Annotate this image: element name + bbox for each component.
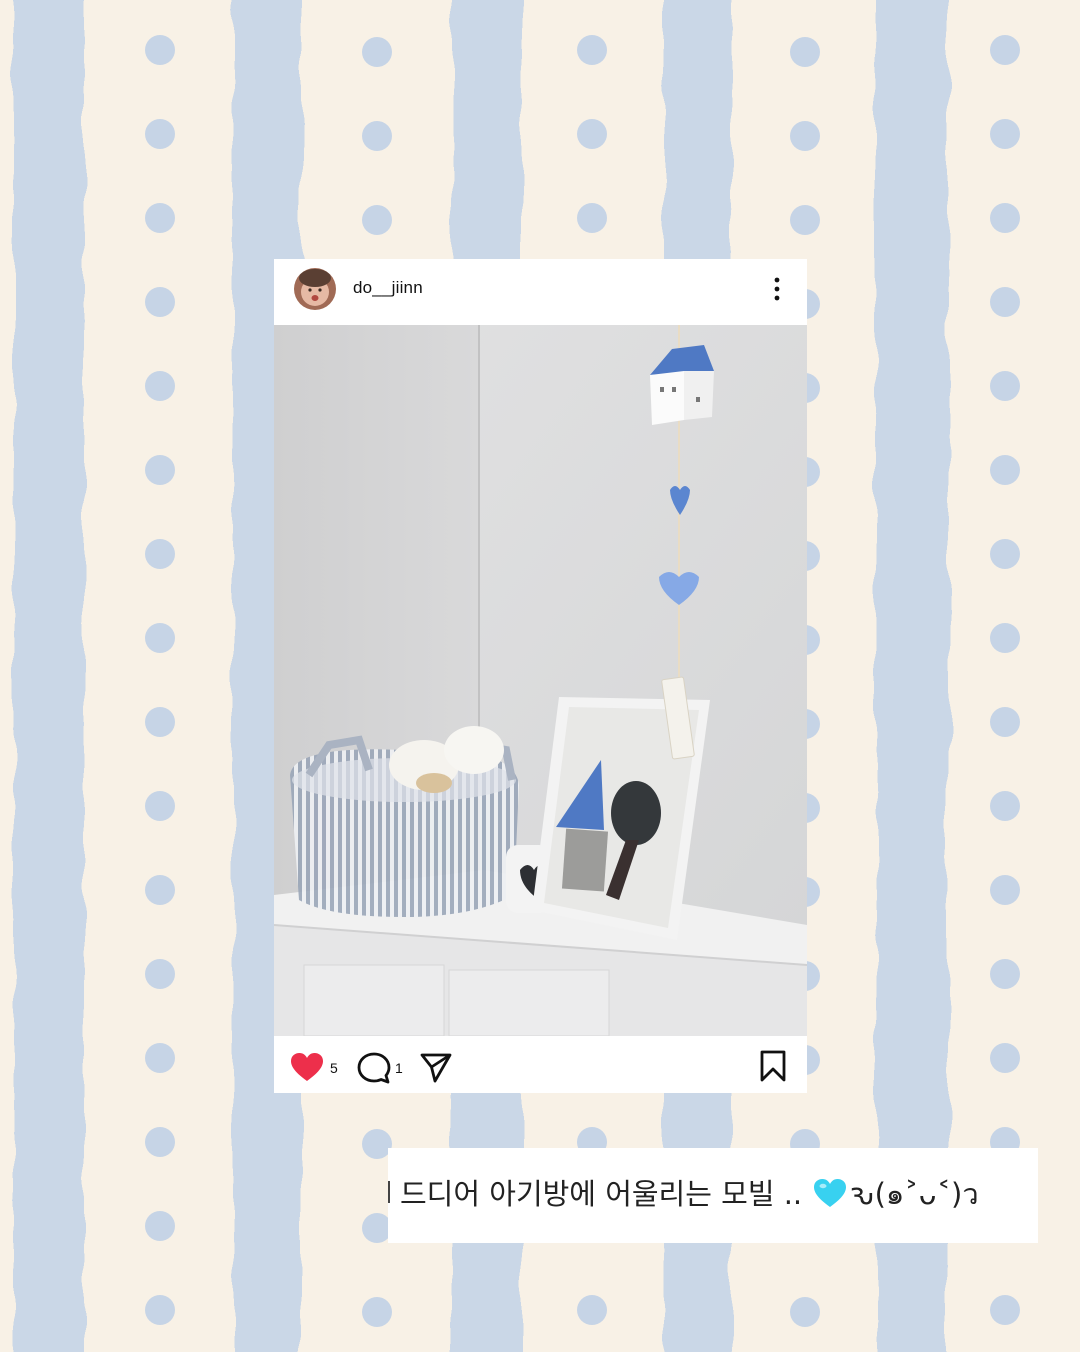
- wallpaper-dot: [790, 1297, 820, 1327]
- wallpaper-dot: [990, 203, 1020, 233]
- wallpaper-dot: [362, 205, 392, 235]
- post-actions-bar: 5 1: [274, 1036, 807, 1093]
- wallpaper-dot: [990, 371, 1020, 401]
- text-cursor: [388, 1181, 390, 1203]
- caption-text: 드디어 아기방에 어울리는 모빌 .. ԅ(๑˃ᴗ˂)ว: [400, 1171, 979, 1217]
- caption-kaomoji: ԅ(๑˃ᴗ˂)ว: [849, 1177, 979, 1211]
- instagram-post-card: do__jiinn 5 1: [274, 259, 807, 1093]
- wallpaper-dot: [145, 623, 175, 653]
- wallpaper-dot: [145, 203, 175, 233]
- wallpaper-dot: [577, 35, 607, 65]
- caption-main: 드디어 아기방에 어울리는 모빌 ..: [400, 1177, 803, 1211]
- wallpaper-dot: [145, 539, 175, 569]
- wallpaper-dot: [990, 35, 1020, 65]
- wallpaper-dot: [362, 121, 392, 151]
- wallpaper-dot: [577, 119, 607, 149]
- wallpaper-dot: [990, 1043, 1020, 1073]
- wallpaper-dot: [362, 37, 392, 67]
- wallpaper-dot: [145, 959, 175, 989]
- wallpaper-dot: [990, 1295, 1020, 1325]
- wallpaper-dot: [790, 121, 820, 151]
- wallpaper-dot: [990, 539, 1020, 569]
- comment-icon[interactable]: [357, 1052, 391, 1088]
- wallpaper-dot: [990, 707, 1020, 737]
- wallpaper-dot: [790, 37, 820, 67]
- wallpaper-dot: [145, 119, 175, 149]
- wallpaper-dot: [145, 875, 175, 905]
- wallpaper-dot: [990, 959, 1020, 989]
- wallpaper-dot: [990, 119, 1020, 149]
- wallpaper-dot: [145, 455, 175, 485]
- post-photo: [274, 325, 807, 1036]
- wallpaper-dot: [990, 875, 1020, 905]
- wallpaper-dot: [145, 287, 175, 317]
- wallpaper-dot: [145, 707, 175, 737]
- avatar[interactable]: [294, 268, 336, 310]
- wallpaper-dot: [145, 35, 175, 65]
- wallpaper-dot: [145, 1127, 175, 1157]
- wallpaper-dot: [577, 203, 607, 233]
- username[interactable]: do__jiinn: [353, 278, 423, 298]
- caption-box: 드디어 아기방에 어울리는 모빌 .. ԅ(๑˃ᴗ˂)ว: [388, 1148, 1038, 1243]
- wallpaper-dot: [145, 1295, 175, 1325]
- post-header: do__jiinn: [274, 259, 807, 325]
- wallpaper-dot: [990, 287, 1020, 317]
- heart-icon[interactable]: [290, 1052, 324, 1086]
- wallpaper-dot: [577, 1295, 607, 1325]
- wallpaper-dot: [990, 623, 1020, 653]
- wallpaper-dot: [990, 791, 1020, 821]
- wallpaper-dot: [990, 455, 1020, 485]
- wallpaper-dot: [145, 371, 175, 401]
- bookmark-icon[interactable]: [759, 1050, 787, 1086]
- cyan-heart-icon: [813, 1178, 847, 1215]
- more-vertical-icon[interactable]: [767, 275, 787, 303]
- comment-count: 1: [395, 1060, 403, 1076]
- send-icon[interactable]: [419, 1052, 453, 1088]
- wallpaper-dot: [362, 1297, 392, 1327]
- wallpaper-dot: [145, 791, 175, 821]
- like-count: 5: [330, 1060, 338, 1076]
- wallpaper-dot: [790, 205, 820, 235]
- wallpaper-dot: [145, 1043, 175, 1073]
- wallpaper-dot: [145, 1211, 175, 1241]
